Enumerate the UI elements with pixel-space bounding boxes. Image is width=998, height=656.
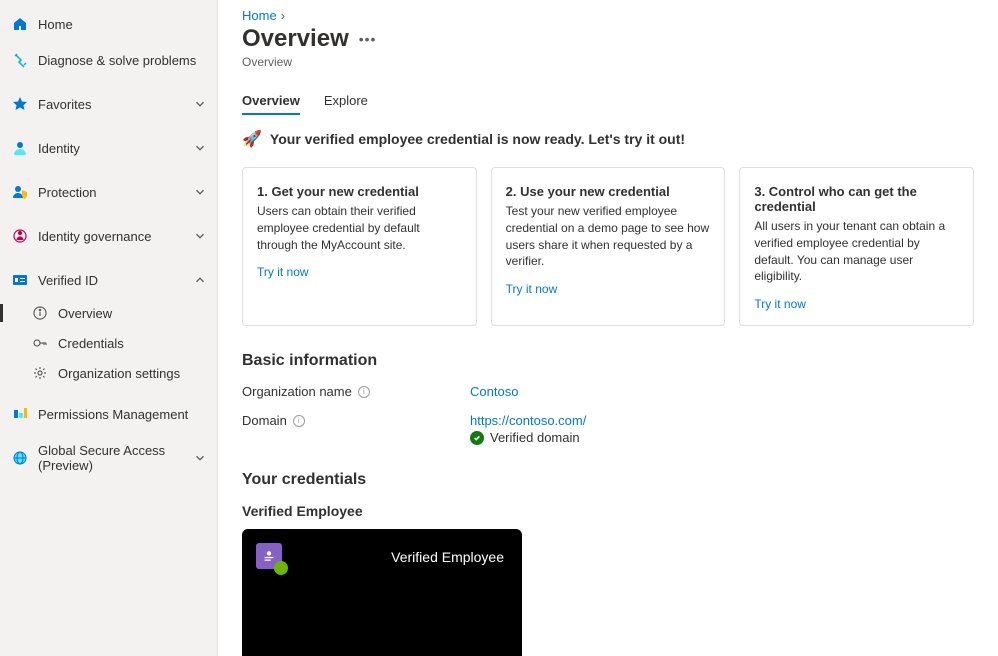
card-desc: All users in your tenant can obtain a ve… [754,218,959,285]
info-icon[interactable]: i [358,386,370,398]
nav-identity-governance[interactable]: Identity governance [0,218,217,254]
card-title: 3. Control who can get the credential [754,184,959,214]
nav-verified-id[interactable]: Verified ID [0,262,217,298]
org-name-row: Organization name i Contoso [242,384,974,399]
card-use-credential: 2. Use your new credential Test your new… [491,167,726,326]
main-content: Home › Overview ••• Overview Overview Ex… [218,0,998,656]
nav-label: Organization settings [58,366,207,381]
nav-permissions-management[interactable]: Permissions Management [0,396,217,432]
card-title: 1. Get your new credential [257,184,462,199]
card-desc: Test your new verified employee credenti… [506,203,711,270]
nav-label: Permissions Management [38,407,207,422]
card-get-credential: 1. Get your new credential Users can obt… [242,167,477,326]
nav-label: Verified ID [38,273,193,288]
check-icon [470,431,484,445]
domain-label: Domain [242,413,287,428]
onboarding-cards: 1. Get your new credential Users can obt… [242,167,974,326]
nav-label: Identity governance [38,229,193,244]
nav-sub-org-settings[interactable]: Organization settings [0,358,217,388]
nav-label: Favorites [38,97,193,112]
rocket-icon: 🚀 [242,129,262,149]
nav-home[interactable]: Home [0,6,217,42]
diagnose-icon [12,52,28,68]
chevron-up-icon [193,273,207,287]
nav-label: Diagnose & solve problems [38,53,207,68]
org-name-label: Organization name [242,384,352,399]
sidebar: Home Diagnose & solve problems Favorites… [0,0,218,656]
tab-explore[interactable]: Explore [324,89,368,114]
card-try-link[interactable]: Try it now [506,282,558,296]
org-name-value[interactable]: Contoso [470,384,518,399]
tab-overview[interactable]: Overview [242,89,300,114]
card-control-access: 3. Control who can get the credential Al… [739,167,974,326]
home-icon [12,16,28,32]
more-icon[interactable]: ••• [359,31,377,47]
nav-protection[interactable]: Protection [0,174,217,210]
protection-icon [12,184,28,200]
identity-icon [12,140,28,156]
breadcrumb-separator: › [281,8,285,23]
ready-banner: 🚀 Your verified employee credential is n… [242,129,974,149]
card-title: 2. Use your new credential [506,184,711,199]
nav-favorites[interactable]: Favorites [0,86,217,122]
banner-text: Your verified employee credential is now… [270,131,685,147]
card-desc: Users can obtain their verified employee… [257,203,462,253]
credential-card-title: Verified Employee [391,549,504,565]
nav-label: Home [38,17,207,32]
chevron-down-icon [193,185,207,199]
credentials-heading: Your credentials [242,471,974,489]
breadcrumb-home[interactable]: Home [242,8,277,23]
tabs: Overview Explore [242,89,974,115]
page-subtitle: Overview [242,55,974,69]
breadcrumb: Home › [242,8,974,23]
verified-id-icon [12,272,28,288]
key-icon [32,335,48,351]
governance-icon [12,228,28,244]
star-icon [12,96,28,112]
chevron-down-icon [193,141,207,155]
globe-icon [12,450,28,466]
card-try-link[interactable]: Try it now [754,297,806,311]
nav-sub-overview[interactable]: Overview [0,298,217,328]
credential-card-icon [256,543,282,569]
nav-label: Credentials [58,336,207,351]
nav-label: Global Secure Access (Preview) [38,443,193,473]
info-icon[interactable]: i [293,415,305,427]
basic-info-heading: Basic information [242,352,974,370]
nav-global-secure-access[interactable]: Global Secure Access (Preview) [0,440,217,476]
nav-identity[interactable]: Identity [0,130,217,166]
nav-label: Overview [58,306,207,321]
nav-diagnose[interactable]: Diagnose & solve problems [0,42,217,78]
credential-subtitle: Verified Employee [242,503,974,519]
info-icon [32,305,48,321]
nav-label: Protection [38,185,193,200]
page-title: Overview [242,25,349,53]
permissions-icon [12,406,28,422]
gear-icon [32,365,48,381]
credential-card[interactable]: Verified Employee Contoso [242,529,522,656]
nav-label: Identity [38,141,193,156]
chevron-down-icon [193,97,207,111]
verified-domain-status: Verified domain [470,430,586,445]
card-try-link[interactable]: Try it now [257,265,309,279]
domain-status-text: Verified domain [490,430,580,445]
nav-sub-credentials[interactable]: Credentials [0,328,217,358]
domain-row: Domain i https://contoso.com/ Verified d… [242,413,974,445]
chevron-down-icon [193,451,207,465]
chevron-down-icon [193,229,207,243]
domain-value[interactable]: https://contoso.com/ [470,413,586,428]
